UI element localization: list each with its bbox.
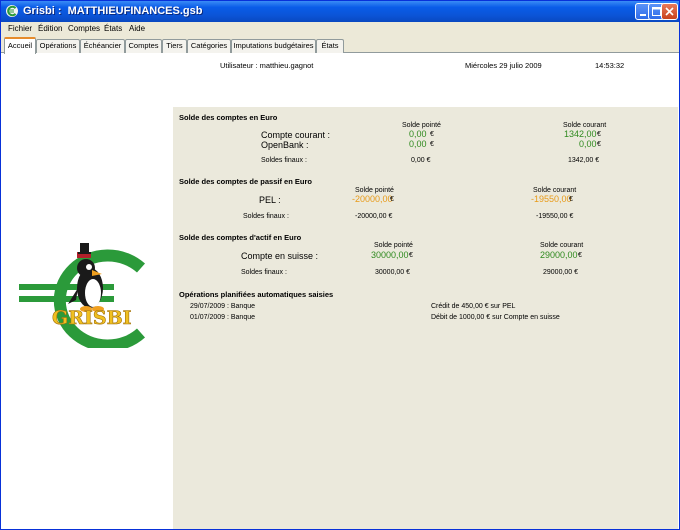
planned-desc[interactable]: Crédit de 450,00 € sur PEL (431, 303, 515, 310)
user-label: Utilisateur : matthieu.gagnot (220, 61, 314, 70)
col-header-pointe: Solde pointé (374, 242, 413, 249)
section-heading-passif: Solde des comptes de passif en Euro (179, 177, 312, 186)
currency-symbol: € (409, 252, 413, 259)
planned-date[interactable]: 29/07/2009 : Banque (190, 303, 255, 310)
grisbi-app-icon[interactable] (5, 4, 19, 18)
totals-label: Soldes finaux : (261, 157, 307, 164)
date-label: Miércoles 29 julio 2009 (465, 61, 542, 70)
currency-symbol: € (597, 131, 601, 138)
currency-symbol: € (390, 196, 394, 203)
planned-desc[interactable]: Débit de 1000,00 € sur Compte en suisse (431, 314, 560, 321)
section-heading-actif: Solde des comptes d'actif en Euro (179, 233, 302, 242)
currency-symbol: € (430, 141, 434, 148)
account-name[interactable]: Compte en suisse : (241, 251, 318, 261)
summary-panel: Solde des comptes en Euro Solde pointé S… (173, 107, 678, 529)
totals-courant: 29000,00 € (543, 269, 579, 276)
col-header-courant: Solde courant (540, 242, 584, 249)
menu-edition[interactable]: Édition (38, 24, 62, 33)
col-header-courant: Solde courant (533, 187, 577, 194)
tab-etats[interactable]: États (316, 39, 344, 53)
account-name[interactable]: Compte courant : (261, 130, 330, 140)
account-courant: 29000,00 (540, 250, 578, 260)
menu-etats[interactable]: États (104, 24, 122, 33)
menu-fichier[interactable]: Fichier (8, 24, 32, 33)
account-courant: 0,00 (579, 139, 597, 149)
tab-strip: Accueil Opérations Échéancier Comptes Ti… (1, 36, 679, 54)
grisbi-window: Grisbi : MATTHIEUFINANCES.gsb Fichier Éd… (0, 0, 680, 530)
tab-categories[interactable]: Catégories (187, 39, 231, 53)
totals-label: Soldes finaux : (241, 269, 287, 276)
totals-label: Soldes finaux : (243, 213, 289, 220)
grisbi-logo: GRISBI (16, 238, 156, 352)
close-button[interactable] (661, 3, 678, 20)
logo-text: GRISBI (52, 307, 132, 329)
account-pointe: 0,00 (409, 129, 427, 139)
menu-comptes[interactable]: Comptes (68, 24, 100, 33)
account-courant: -19550,00 (531, 194, 572, 204)
account-courant: 1342,00 (564, 129, 597, 139)
window-title: Grisbi : MATTHIEUFINANCES.gsb (23, 5, 203, 17)
home-page: Utilisateur : matthieu.gagnot Miércoles … (2, 53, 678, 529)
account-pointe: 30000,00 (371, 250, 409, 260)
totals-pointe: 30000,00 € (375, 269, 411, 276)
col-header-courant: Solde courant (563, 122, 607, 129)
tab-tiers[interactable]: Tiers (162, 39, 187, 53)
close-icon (665, 7, 674, 16)
tab-operations[interactable]: Opérations (36, 39, 80, 53)
account-pointe: 0,00 (409, 139, 427, 149)
tab-imputations-budgetaires[interactable]: Imputations budgétaires (231, 39, 316, 53)
planned-date[interactable]: 01/07/2009 : Banque (190, 314, 255, 321)
tab-echeancier[interactable]: Échéancier (80, 39, 125, 53)
section-heading-euro: Solde des comptes en Euro (179, 113, 278, 122)
totals-courant: 1342,00 € (568, 157, 600, 164)
grisbi-penguin-logo: GRISBI (19, 243, 145, 352)
currency-symbol: € (430, 131, 434, 138)
tab-comptes[interactable]: Comptes (125, 39, 162, 53)
account-name[interactable]: OpenBank : (261, 140, 309, 150)
title-bar[interactable]: Grisbi : MATTHIEUFINANCES.gsb (1, 1, 679, 22)
totals-pointe: -20000,00 € (355, 213, 393, 220)
menu-aide[interactable]: Aide (129, 24, 145, 33)
currency-symbol: € (578, 252, 582, 259)
time-label: 14:53:32 (595, 61, 625, 70)
currency-symbol: € (569, 196, 573, 203)
currency-symbol: € (597, 141, 601, 148)
tab-accueil[interactable]: Accueil (4, 37, 36, 54)
account-name[interactable]: PEL : (259, 195, 281, 205)
totals-courant: -19550,00 € (536, 213, 574, 220)
menu-bar: Fichier Édition Comptes États Aide (1, 22, 679, 36)
col-header-pointe: Solde pointé (355, 187, 394, 194)
totals-pointe: 0,00 € (411, 157, 431, 164)
section-heading-planned: Opérations planifiées automatiques saisi… (179, 290, 334, 299)
col-header-pointe: Solde pointé (402, 122, 441, 129)
account-pointe: -20000,00 (352, 194, 393, 204)
